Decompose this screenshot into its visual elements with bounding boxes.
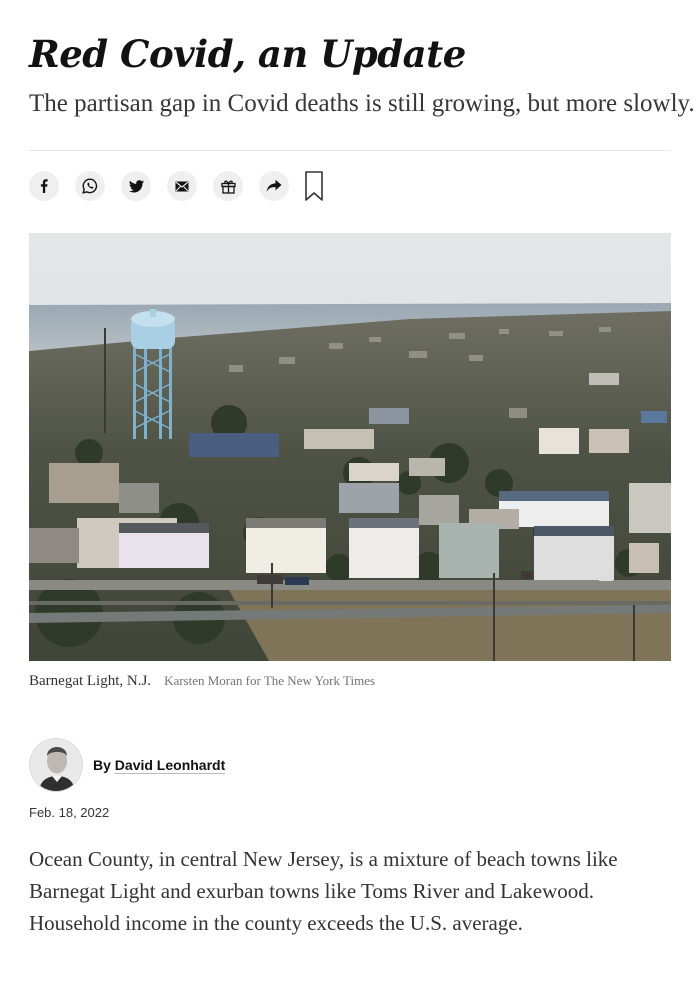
whatsapp-icon bbox=[82, 178, 98, 194]
whatsapp-share-button[interactable] bbox=[75, 171, 105, 201]
bookmark-icon[interactable] bbox=[303, 170, 325, 202]
facebook-icon bbox=[40, 179, 48, 193]
author-avatar[interactable] bbox=[29, 738, 83, 792]
share-icon bbox=[266, 179, 282, 192]
lead-photo bbox=[29, 233, 671, 661]
gift-article-button[interactable] bbox=[213, 171, 243, 201]
email-icon bbox=[175, 181, 189, 191]
byline: By David Leonhardt bbox=[29, 738, 429, 794]
share-toolbar bbox=[29, 171, 349, 203]
summary: The partisan gap in Covid deaths is stil… bbox=[29, 90, 695, 117]
byline-prefix: By bbox=[93, 757, 111, 773]
caption-text: Barnegat Light, N.J. bbox=[29, 673, 152, 689]
twitter-icon bbox=[128, 179, 144, 192]
gift-icon bbox=[220, 179, 236, 194]
byline-text: By David Leonhardt bbox=[93, 757, 225, 773]
email-share-button[interactable] bbox=[167, 171, 197, 201]
more-share-button[interactable] bbox=[259, 171, 289, 201]
twitter-share-button[interactable] bbox=[121, 171, 151, 201]
divider bbox=[29, 150, 671, 151]
article-paragraph: Ocean County, in central New Jersey, is … bbox=[29, 847, 618, 935]
facebook-share-button[interactable] bbox=[29, 171, 59, 201]
publish-date: Feb. 18, 2022 bbox=[29, 805, 110, 820]
author-name-link[interactable]: David Leonhardt bbox=[115, 757, 225, 773]
barnegat-light-aerial-photo bbox=[29, 233, 671, 661]
photo-credit: Karsten Moran for The New York Times bbox=[164, 673, 376, 688]
photo-caption: Barnegat Light, N.J. Karsten Moran for T… bbox=[29, 672, 375, 690]
headline: Red Covid, an Update bbox=[29, 32, 466, 76]
author-portrait bbox=[30, 739, 82, 791]
